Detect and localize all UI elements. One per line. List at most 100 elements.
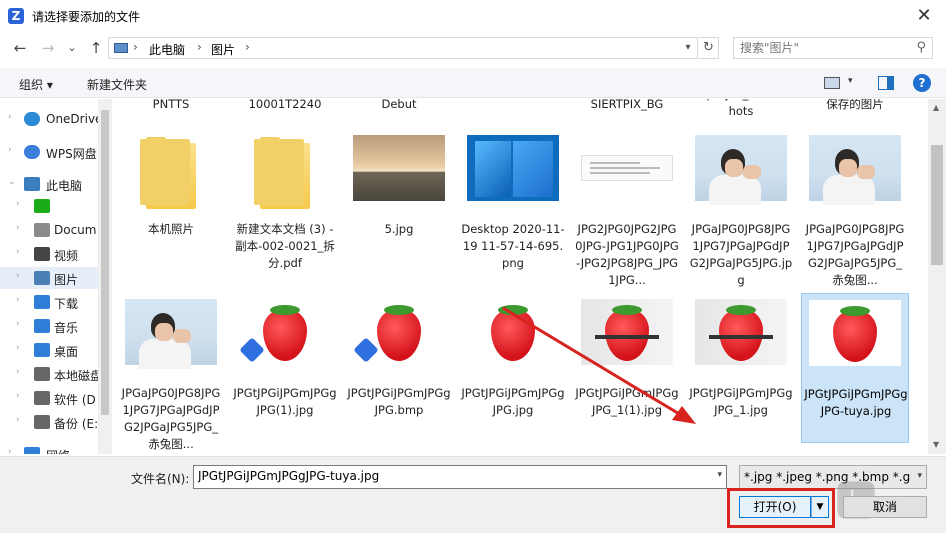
file-item[interactable]: JPGaJPG0JPG8JPG1JPG7JPGaJPGdJPG2JPGaJPG5… xyxy=(801,129,909,287)
sidebar-item-label: 下载 xyxy=(54,297,79,311)
network-icon xyxy=(24,447,40,454)
file-item[interactable]: Desktop 2020-11-19 11-57-14-695.png xyxy=(459,129,567,279)
sidebar-item-label: 视频 xyxy=(54,249,79,263)
file-item[interactable]: 5.jpg xyxy=(345,129,453,279)
app-icon: Z xyxy=(8,8,24,24)
file-item[interactable]: JPGtJPGiJPGmJPGgJPG-tuya.jpg xyxy=(801,293,909,443)
image-thumbnail xyxy=(467,299,559,365)
expand-chevron-icon[interactable]: › xyxy=(8,145,12,155)
sidebar-item[interactable]: › xyxy=(0,195,98,217)
address-bar[interactable]: › 此电脑 › 图片 › xyxy=(108,37,698,59)
file-item-caption[interactable]: smplayer_screenshots xyxy=(687,99,795,120)
view-mode-icon[interactable] xyxy=(824,77,840,89)
file-list: PNTTS 10001T2240 Debut Movavi PDF Editor SIE… xyxy=(114,99,928,454)
sidebar-item[interactable]: › 图片 xyxy=(0,267,98,289)
help-icon[interactable]: ? xyxy=(913,74,931,92)
search-box[interactable]: ⚲ xyxy=(733,37,933,59)
document-icon xyxy=(34,223,50,237)
sidebar-item[interactable]: › 视频 xyxy=(0,243,98,265)
address-dropdown-icon[interactable]: ▾ xyxy=(679,37,698,59)
file-item-caption[interactable]: SIERTPIX_BG xyxy=(573,99,681,113)
file-name-label: 新建文本文档 (3) - 副本-002-0021_拆分.pdf xyxy=(235,222,335,270)
expand-chevron-icon[interactable]: › xyxy=(16,415,20,425)
computer-icon xyxy=(24,177,40,191)
search-icon[interactable]: ⚲ xyxy=(916,40,926,55)
file-item-caption[interactable]: 保存的图片 xyxy=(801,99,909,113)
sidebar-item[interactable]: › 网络 xyxy=(0,443,98,454)
sidebar-item-label: 此电脑 xyxy=(46,179,83,193)
image-thumbnail xyxy=(581,299,673,365)
folder-item[interactable]: 新建文本文档 (3) - 副本-002-0021_拆分.pdf xyxy=(231,129,339,279)
expand-chevron-icon[interactable]: › xyxy=(16,271,20,281)
sidebar-item[interactable]: › Docum xyxy=(0,219,98,241)
forward-arrow-icon[interactable]: → xyxy=(38,38,58,58)
scroll-down-icon[interactable]: ▼ xyxy=(933,440,939,449)
file-item-caption[interactable]: PNTTS xyxy=(117,99,225,113)
filename-field[interactable]: ▾ xyxy=(193,465,727,489)
content-scroll-thumb[interactable] xyxy=(931,145,943,265)
cancel-button[interactable]: 取消 xyxy=(843,496,927,518)
sidebar-item[interactable]: ⌄ 此电脑 xyxy=(0,173,98,195)
expand-chevron-icon[interactable]: › xyxy=(16,391,20,401)
open-button-highlight xyxy=(727,488,835,528)
filename-dropdown-icon[interactable]: ▾ xyxy=(717,470,722,480)
sidebar-item[interactable]: › 下载 xyxy=(0,291,98,313)
back-arrow-icon[interactable]: ← xyxy=(10,38,30,58)
sidebar-item[interactable]: › 备份 (E: xyxy=(0,411,98,433)
expand-chevron-icon[interactable]: › xyxy=(8,447,12,454)
folder-item[interactable]: 本机照片 xyxy=(117,129,225,279)
file-item[interactable]: JPGtJPGiJPGmJPGgJPG_1.jpg xyxy=(687,293,795,443)
sidebar-item[interactable]: › 音乐 xyxy=(0,315,98,337)
expand-chevron-icon[interactable]: › xyxy=(16,295,20,305)
sidebar-item[interactable]: › WPS网盘 xyxy=(0,141,98,163)
search-input[interactable] xyxy=(740,41,910,55)
file-item-caption[interactable]: Movavi PDF Editor xyxy=(459,99,567,103)
drive-icon xyxy=(34,391,50,405)
view-dropdown-icon[interactable]: ▾ xyxy=(848,76,853,86)
file-item-caption[interactable]: 10001T2240 xyxy=(231,99,339,113)
breadcrumb-separator: › xyxy=(245,40,250,54)
file-item[interactable]: JPG2JPG0JPG2JPG0JPG-JPG1JPG0JPG-JPG2JPG8… xyxy=(573,129,681,287)
sidebar-scroll-thumb[interactable] xyxy=(101,110,109,415)
expand-chevron-icon[interactable]: › xyxy=(16,343,20,353)
image-thumbnail xyxy=(353,299,445,365)
expand-chevron-icon[interactable]: › xyxy=(16,319,20,329)
expand-chevron-icon[interactable]: › xyxy=(16,247,20,257)
preview-pane-icon[interactable] xyxy=(878,76,894,90)
sidebar-item-label: Docum xyxy=(54,223,97,237)
sidebar-item[interactable]: › 软件 (D xyxy=(0,387,98,409)
file-item[interactable]: JPGaJPG0JPG8JPG1JPG7JPGaJPGdJPG2JPGaJPG5… xyxy=(117,293,225,451)
file-item[interactable]: JPGtJPGiJPGmJPGgJPG(1).jpg xyxy=(231,293,339,443)
expand-chevron-icon[interactable]: › xyxy=(8,112,12,122)
filename-input[interactable] xyxy=(198,469,698,483)
expand-chevron-icon[interactable]: ⌄ xyxy=(8,177,16,187)
up-arrow-icon[interactable]: ↑ xyxy=(86,38,106,58)
refresh-icon[interactable]: ↻ xyxy=(699,37,719,59)
file-item[interactable]: JPGaJPG0JPG8JPG1JPG7JPGaJPGdJPG2JPGaJPG5… xyxy=(687,129,795,287)
recent-locations-icon[interactable]: ⌄ xyxy=(62,38,82,58)
breadcrumb-this-pc[interactable]: 此电脑 xyxy=(149,41,185,58)
file-item[interactable]: JPGtJPGiJPGmJPGgJPG_1(1).jpg xyxy=(573,293,681,443)
file-name-label: JPGaJPG0JPG8JPG1JPG7JPGaJPGdJPG2JPGaJPG5… xyxy=(121,386,221,451)
breadcrumb-pictures[interactable]: 图片 xyxy=(211,41,235,58)
scroll-up-icon[interactable]: ▲ xyxy=(933,103,939,112)
sidebar-item[interactable]: › 桌面 xyxy=(0,339,98,361)
file-item[interactable]: JPGtJPGiJPGmJPGgJPG.jpg xyxy=(459,293,567,443)
expand-chevron-icon[interactable]: › xyxy=(16,223,20,233)
sidebar-item[interactable]: › OneDrive xyxy=(0,108,98,130)
sidebar-item[interactable]: › 本地磁盘 xyxy=(0,363,98,385)
image-thumbnail xyxy=(581,155,673,181)
file-item-caption[interactable]: Debut xyxy=(345,99,453,113)
image-thumbnail xyxy=(809,300,901,366)
navigation-pane: › OneDrive › WPS网盘 ⌄ 此电脑 › › Docum › 视频 › 图片 › 下载 › 音乐 › 桌… xyxy=(0,99,98,454)
title-bar: Z 请选择要添加的文件 ✕ xyxy=(0,0,946,32)
new-folder-button[interactable]: 新建文件夹 xyxy=(87,76,147,93)
cloud-icon xyxy=(24,145,40,159)
organize-menu[interactable]: 组织 ▾ xyxy=(19,76,53,93)
image-thumbnail xyxy=(353,135,445,201)
folder-icon xyxy=(254,137,310,209)
file-item[interactable]: JPGtJPGiJPGmJPGgJPG.bmp xyxy=(345,293,453,443)
expand-chevron-icon[interactable]: › xyxy=(16,367,20,377)
close-icon[interactable]: ✕ xyxy=(912,4,936,28)
expand-chevron-icon[interactable]: › xyxy=(16,199,20,209)
